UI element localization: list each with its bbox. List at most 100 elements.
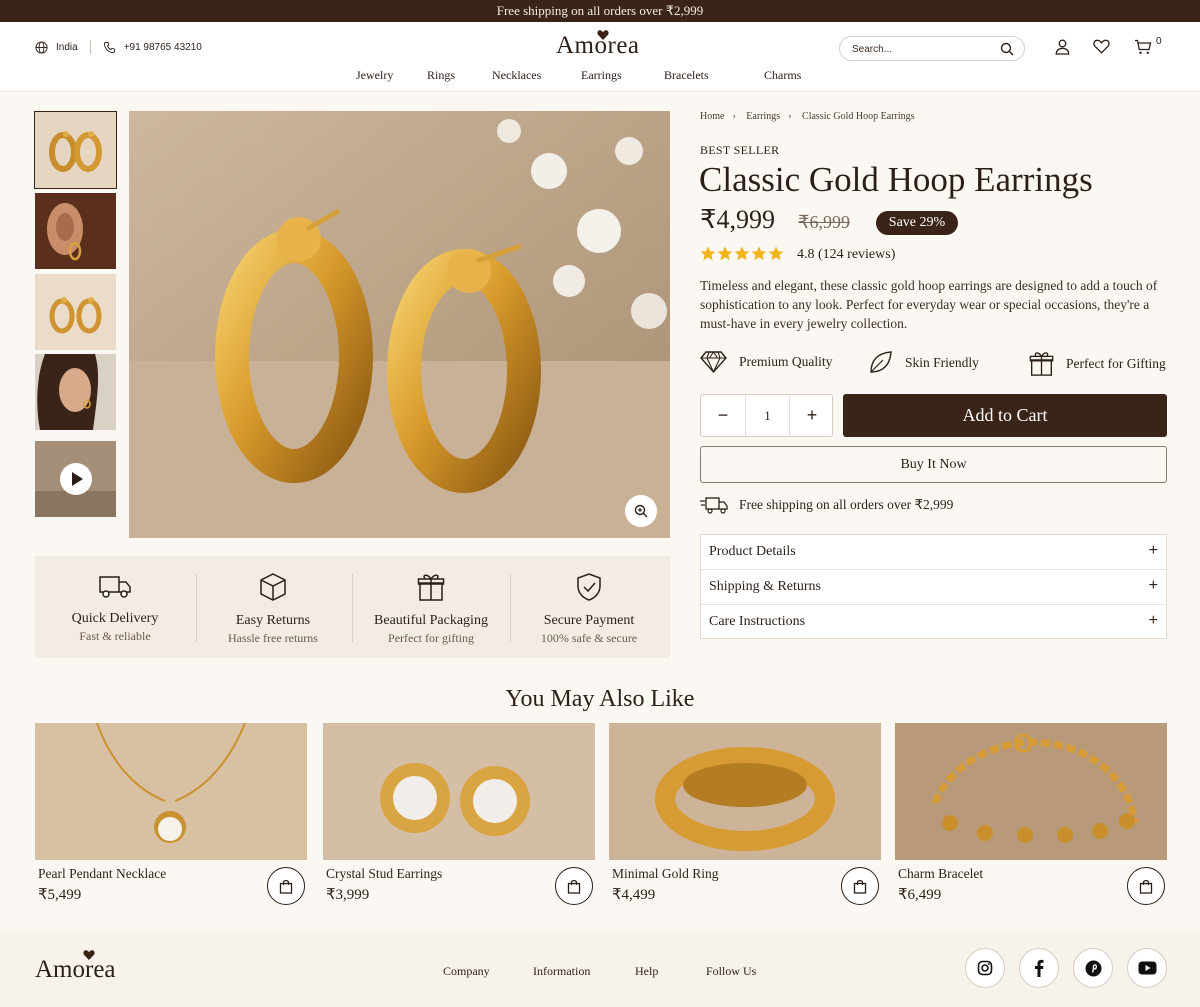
breadcrumb-home[interactable]: Home <box>700 111 724 122</box>
box-icon <box>260 573 286 601</box>
plus-icon: + <box>1148 612 1158 629</box>
accordion-shipping-returns[interactable]: Shipping & Returns + <box>701 570 1166 605</box>
heart-logo-icon <box>597 30 609 40</box>
product-name[interactable]: Pearl Pendant Necklace <box>38 866 166 882</box>
thumbnail-model-portrait[interactable] <box>35 354 116 430</box>
pinterest-button[interactable] <box>1073 948 1113 988</box>
heart-icon[interactable] <box>1093 39 1110 54</box>
product-title: Classic Gold Hoop Earrings <box>699 160 1093 199</box>
product-image[interactable] <box>323 723 595 860</box>
shield-icon <box>577 573 601 601</box>
product-price: ₹3,999 <box>326 887 370 903</box>
facebook-button[interactable] <box>1019 948 1059 988</box>
search-icon[interactable] <box>1000 42 1014 56</box>
announcement-bar: Free shipping on all orders over ₹2,999 <box>0 0 1200 22</box>
add-to-bag-button[interactable] <box>841 867 879 905</box>
accordion-product-details[interactable]: Product Details + <box>701 535 1166 570</box>
star-icon <box>768 246 784 261</box>
product-image[interactable] <box>609 723 881 860</box>
related-product-card[interactable]: Pearl Pendant Necklace ₹5,499 <box>35 723 307 905</box>
hoop-earrings-image <box>35 112 116 188</box>
star-icon <box>717 246 733 261</box>
related-section-title: You May Also Like <box>505 686 695 712</box>
header-contact: India +91 98765 43210 <box>35 40 202 54</box>
country-selector[interactable]: India <box>56 42 78 53</box>
user-icon[interactable] <box>1055 39 1070 55</box>
feature-secure-payment: Secure Payment 100% safe & secure <box>511 572 667 646</box>
add-to-bag-button[interactable] <box>267 867 305 905</box>
thumbnail-model-ear[interactable] <box>35 193 116 269</box>
thumbnail-hoops-side[interactable] <box>35 274 116 350</box>
add-to-cart-button[interactable]: Add to Cart <box>843 394 1167 437</box>
footer-link-help[interactable]: Help <box>635 964 658 979</box>
nav-bracelets[interactable]: Bracelets <box>664 68 709 83</box>
related-product-card[interactable]: Crystal Stud Earrings ₹3,999 <box>323 723 595 905</box>
nav-rings[interactable]: Rings <box>427 68 455 83</box>
play-icon[interactable] <box>60 463 92 495</box>
product-name[interactable]: Charm Bracelet <box>898 866 983 882</box>
quantity-value[interactable]: 1 <box>745 395 790 436</box>
shopping-bag-icon <box>567 879 581 894</box>
feature-strip: Quick Delivery Fast & reliable Easy Retu… <box>35 556 670 658</box>
product-image[interactable] <box>895 723 1167 860</box>
pinterest-icon <box>1085 960 1101 976</box>
original-price: ₹6,999 <box>798 212 850 232</box>
star-rating <box>700 246 785 261</box>
footer-link-company[interactable]: Company <box>443 964 490 979</box>
zoom-button[interactable] <box>625 495 657 527</box>
breadcrumb: Home › Earrings › Classic Gold Hoop Earrin… <box>700 111 921 122</box>
discount-badge: Save 29% <box>876 211 958 235</box>
star-icon <box>751 246 767 261</box>
feature-subtitle: Fast & reliable <box>79 629 151 643</box>
breadcrumb-earrings[interactable]: Earrings <box>746 111 780 122</box>
rating-summary[interactable]: 4.8 (124 reviews) <box>797 247 895 263</box>
diamond-icon <box>700 351 727 374</box>
related-product-card[interactable]: Minimal Gold Ring ₹4,499 <box>609 723 881 905</box>
quantity-increase-button[interactable]: + <box>790 395 834 436</box>
model-portrait-image <box>35 354 116 430</box>
quantity-decrease-button[interactable]: − <box>701 395 745 436</box>
youtube-button[interactable] <box>1127 948 1167 988</box>
gift-icon <box>417 574 445 601</box>
brand-logo[interactable]: Amorea <box>556 30 640 60</box>
nav-charms[interactable]: Charms <box>764 68 801 83</box>
feature-title: Beautiful Packaging <box>374 613 488 628</box>
usp-label: Skin Friendly <box>905 354 979 370</box>
globe-icon <box>35 40 48 54</box>
phone-number[interactable]: +91 98765 43210 <box>124 42 202 53</box>
pearl-necklace-image <box>35 723 307 860</box>
shipping-note: Free shipping on all orders over ₹2,999 <box>700 496 953 514</box>
chevron-right-icon: › <box>732 111 736 122</box>
add-to-bag-button[interactable] <box>555 867 593 905</box>
footer-link-information[interactable]: Information <box>533 964 590 979</box>
accordion-care-instructions[interactable]: Care Instructions + <box>701 605 1166 640</box>
charm-bracelet-image <box>895 723 1167 860</box>
search-input[interactable] <box>852 41 992 57</box>
product-name[interactable]: Minimal Gold Ring <box>612 866 719 882</box>
product-accordion: Product Details + Shipping & Returns + C… <box>700 534 1167 639</box>
nav-necklaces[interactable]: Necklaces <box>492 68 541 83</box>
related-product-card[interactable]: Charm Bracelet ₹6,499 <box>895 723 1167 905</box>
feature-beautiful-packaging: Beautiful Packaging Perfect for gifting <box>353 572 509 646</box>
footer-logo[interactable]: Amorea <box>35 950 116 984</box>
thumbnail-video[interactable] <box>35 441 116 517</box>
accordion-label: Product Details <box>709 544 796 559</box>
youtube-icon <box>1138 961 1156 975</box>
product-name[interactable]: Crystal Stud Earrings <box>326 866 442 882</box>
footer-link-follow-us[interactable]: Follow Us <box>706 964 756 979</box>
instagram-button[interactable] <box>965 948 1005 988</box>
product-image[interactable] <box>35 723 307 860</box>
zoom-in-icon <box>634 504 648 518</box>
instagram-icon <box>977 960 993 976</box>
gift-icon <box>1029 352 1054 376</box>
nav-jewelry[interactable]: Jewelry <box>356 68 393 83</box>
usp-premium-quality: Premium Quality <box>700 350 832 374</box>
divider <box>89 40 91 54</box>
feature-subtitle: Hassle free returns <box>228 631 318 645</box>
cart-icon[interactable] <box>1134 39 1152 55</box>
add-to-bag-button[interactable] <box>1127 867 1165 905</box>
feature-subtitle: 100% safe & secure <box>540 631 638 645</box>
thumbnail-hoops-front[interactable] <box>34 111 117 189</box>
nav-earrings[interactable]: Earrings <box>581 68 622 83</box>
buy-now-button[interactable]: Buy It Now <box>700 446 1167 483</box>
